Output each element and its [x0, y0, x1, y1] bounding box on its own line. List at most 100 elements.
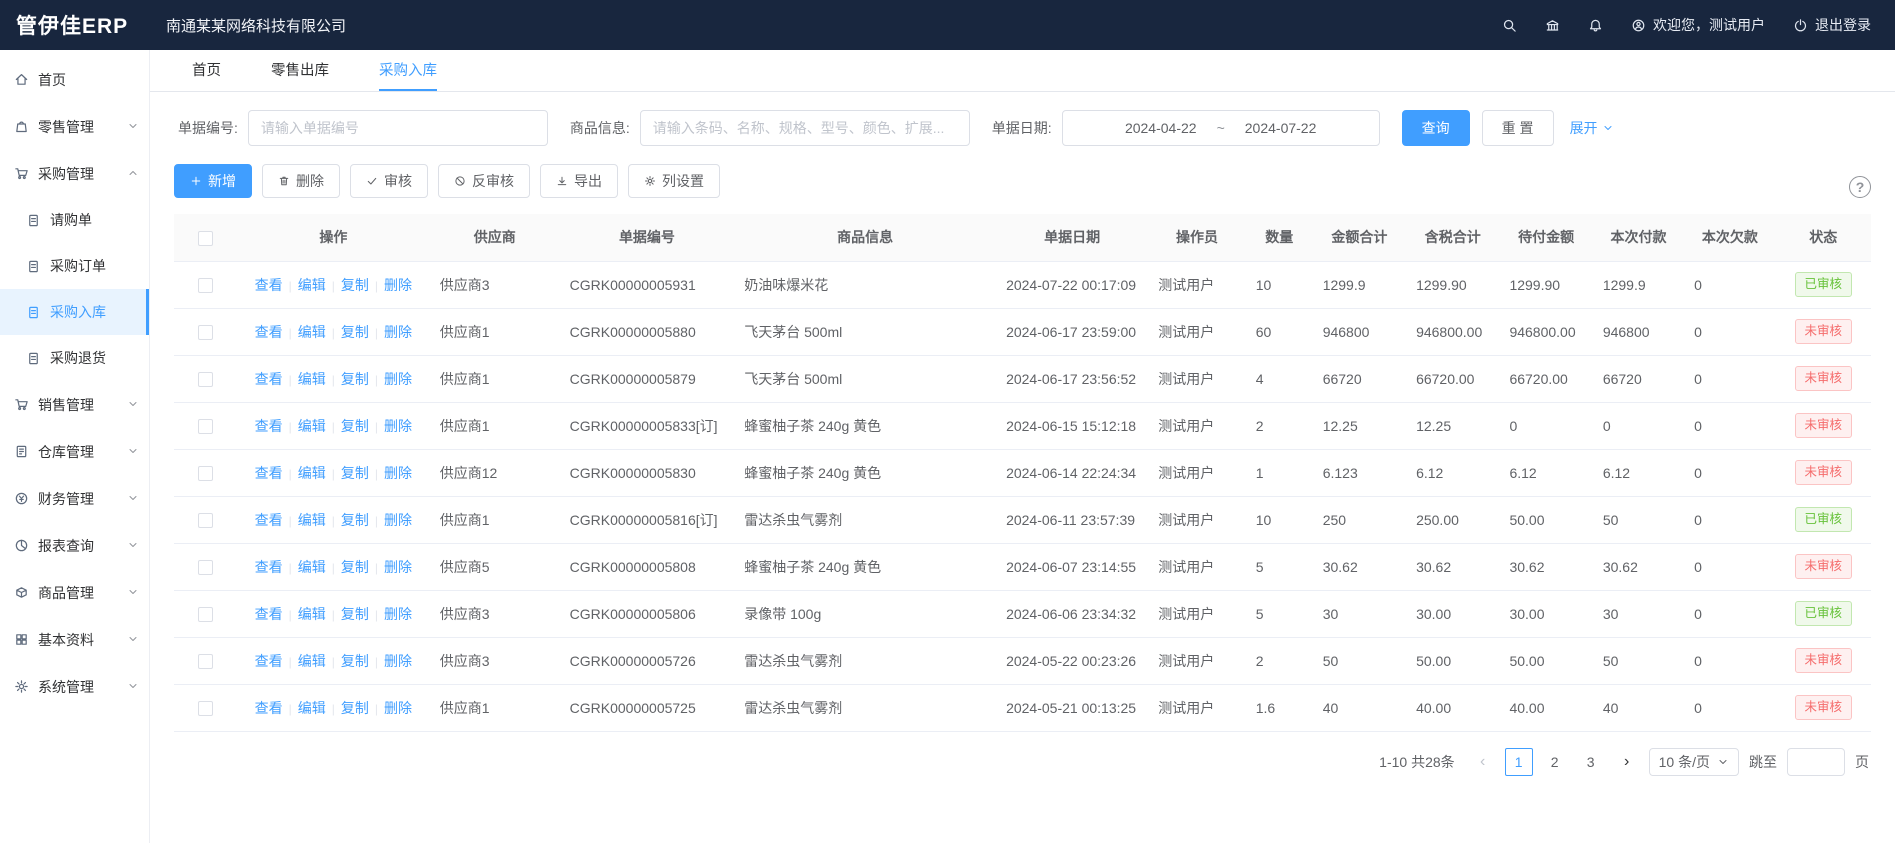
delete-link[interactable]: 删除: [384, 512, 412, 528]
delete-link[interactable]: 删除: [384, 324, 412, 340]
sidebar-subitem-purchase-request[interactable]: 请购单: [0, 197, 149, 243]
view-link[interactable]: 查看: [255, 512, 283, 528]
expand-filters-link[interactable]: 展开: [1570, 118, 1614, 138]
sidebar-item-finance-mgmt[interactable]: 财务管理: [0, 475, 149, 522]
row-checkbox[interactable]: [198, 419, 213, 434]
view-link[interactable]: 查看: [255, 653, 283, 669]
prev-page-button[interactable]: ‹: [1471, 748, 1495, 776]
date-from-value[interactable]: 2024-04-22: [1125, 120, 1197, 136]
row-checkbox[interactable]: [198, 654, 213, 669]
sidebar-item-sales-mgmt[interactable]: 销售管理: [0, 381, 149, 428]
view-link[interactable]: 查看: [255, 418, 283, 434]
copy-link[interactable]: 复制: [341, 653, 369, 669]
edit-link[interactable]: 编辑: [298, 418, 326, 434]
page-button-1[interactable]: 1: [1505, 748, 1533, 776]
copy-link[interactable]: 复制: [341, 418, 369, 434]
view-link[interactable]: 查看: [255, 277, 283, 293]
next-page-button[interactable]: ›: [1615, 748, 1639, 776]
page-button-3[interactable]: 3: [1577, 748, 1605, 776]
row-checkbox[interactable]: [198, 466, 213, 481]
reset-button[interactable]: 重 置: [1482, 110, 1554, 146]
copy-link[interactable]: 复制: [341, 465, 369, 481]
page-button-2[interactable]: 2: [1541, 748, 1569, 776]
delete-link[interactable]: 删除: [384, 559, 412, 575]
view-link[interactable]: 查看: [255, 465, 283, 481]
help-icon[interactable]: ?: [1849, 176, 1871, 198]
search-icon[interactable]: [1502, 18, 1517, 33]
logout-button[interactable]: 退出登录: [1793, 15, 1871, 35]
product-info-input[interactable]: [640, 110, 970, 146]
row-checkbox[interactable]: [198, 513, 213, 528]
export-button[interactable]: 导出: [540, 164, 618, 198]
date-cell: 2024-06-17 23:59:00: [996, 308, 1148, 355]
sidebar-subitem-purchase-inbound[interactable]: 采购入库: [0, 289, 149, 335]
view-link[interactable]: 查看: [255, 559, 283, 575]
delete-link[interactable]: 删除: [384, 371, 412, 387]
add-button[interactable]: 新增: [174, 164, 252, 198]
row-checkbox[interactable]: [198, 372, 213, 387]
copy-link[interactable]: 复制: [341, 559, 369, 575]
tab-home[interactable]: 首页: [192, 50, 221, 91]
row-checkbox[interactable]: [198, 607, 213, 622]
copy-link[interactable]: 复制: [341, 324, 369, 340]
delete-link[interactable]: 删除: [384, 277, 412, 293]
row-checkbox[interactable]: [198, 278, 213, 293]
edit-link[interactable]: 编辑: [298, 277, 326, 293]
sidebar-item-basic-data[interactable]: 基本资料: [0, 616, 149, 663]
mall-icon[interactable]: [1545, 18, 1560, 33]
tab-purchase-inbound[interactable]: 采购入库: [379, 50, 437, 91]
copy-link[interactable]: 复制: [341, 371, 369, 387]
sidebar-subitem-purchase-return[interactable]: 采购退货: [0, 335, 149, 381]
edit-link[interactable]: 编辑: [298, 653, 326, 669]
copy-link[interactable]: 复制: [341, 277, 369, 293]
view-link[interactable]: 查看: [255, 606, 283, 622]
col-header-paid: 本次付款: [1593, 214, 1684, 261]
date-to-value[interactable]: 2024-07-22: [1245, 120, 1317, 136]
amount-cell: 30.62: [1313, 543, 1406, 590]
sidebar-item-purchase-mgmt[interactable]: 采购管理: [0, 150, 149, 197]
edit-link[interactable]: 编辑: [298, 371, 326, 387]
view-link[interactable]: 查看: [255, 324, 283, 340]
bell-icon[interactable]: [1588, 18, 1603, 33]
edit-link[interactable]: 编辑: [298, 324, 326, 340]
operator-cell: 测试用户: [1148, 637, 1245, 684]
sidebar-item-retail-mgmt[interactable]: 零售管理: [0, 103, 149, 150]
delete-button[interactable]: 删除: [262, 164, 340, 198]
copy-link[interactable]: 复制: [341, 606, 369, 622]
jump-page-input[interactable]: [1787, 748, 1845, 776]
sidebar-item-system-mgmt[interactable]: 系统管理: [0, 663, 149, 710]
date-range-picker[interactable]: 2024-04-22 ~ 2024-07-22: [1062, 110, 1380, 146]
view-link[interactable]: 查看: [255, 371, 283, 387]
sidebar-item-report-query[interactable]: 报表查询: [0, 522, 149, 569]
row-checkbox[interactable]: [198, 325, 213, 340]
edit-link[interactable]: 编辑: [298, 700, 326, 716]
audit-button[interactable]: 审核: [350, 164, 428, 198]
delete-link[interactable]: 删除: [384, 465, 412, 481]
sidebar-item-product-mgmt[interactable]: 商品管理: [0, 569, 149, 616]
unaudit-button[interactable]: 反审核: [438, 164, 530, 198]
edit-link[interactable]: 编辑: [298, 606, 326, 622]
order-no-input[interactable]: [248, 110, 548, 146]
edit-link[interactable]: 编辑: [298, 465, 326, 481]
edit-link[interactable]: 编辑: [298, 559, 326, 575]
row-checkbox[interactable]: [198, 560, 213, 575]
column-settings-button[interactable]: 列设置: [628, 164, 720, 198]
user-icon: [1631, 18, 1646, 33]
sidebar-item-home[interactable]: 首页: [0, 56, 149, 103]
select-all-checkbox[interactable]: [198, 231, 213, 246]
tab-retail-outbound[interactable]: 零售出库: [271, 50, 329, 91]
search-button[interactable]: 查询: [1402, 110, 1470, 146]
delete-link[interactable]: 删除: [384, 418, 412, 434]
delete-link[interactable]: 删除: [384, 606, 412, 622]
sidebar-item-warehouse-mgmt[interactable]: 仓库管理: [0, 428, 149, 475]
sidebar-subitem-purchase-order[interactable]: 采购订单: [0, 243, 149, 289]
delete-link[interactable]: 删除: [384, 653, 412, 669]
row-checkbox[interactable]: [198, 701, 213, 716]
welcome-user[interactable]: 欢迎您，测试用户: [1631, 15, 1765, 35]
copy-link[interactable]: 复制: [341, 512, 369, 528]
delete-link[interactable]: 删除: [384, 700, 412, 716]
edit-link[interactable]: 编辑: [298, 512, 326, 528]
copy-link[interactable]: 复制: [341, 700, 369, 716]
view-link[interactable]: 查看: [255, 700, 283, 716]
page-size-select[interactable]: 10 条/页: [1649, 748, 1739, 776]
